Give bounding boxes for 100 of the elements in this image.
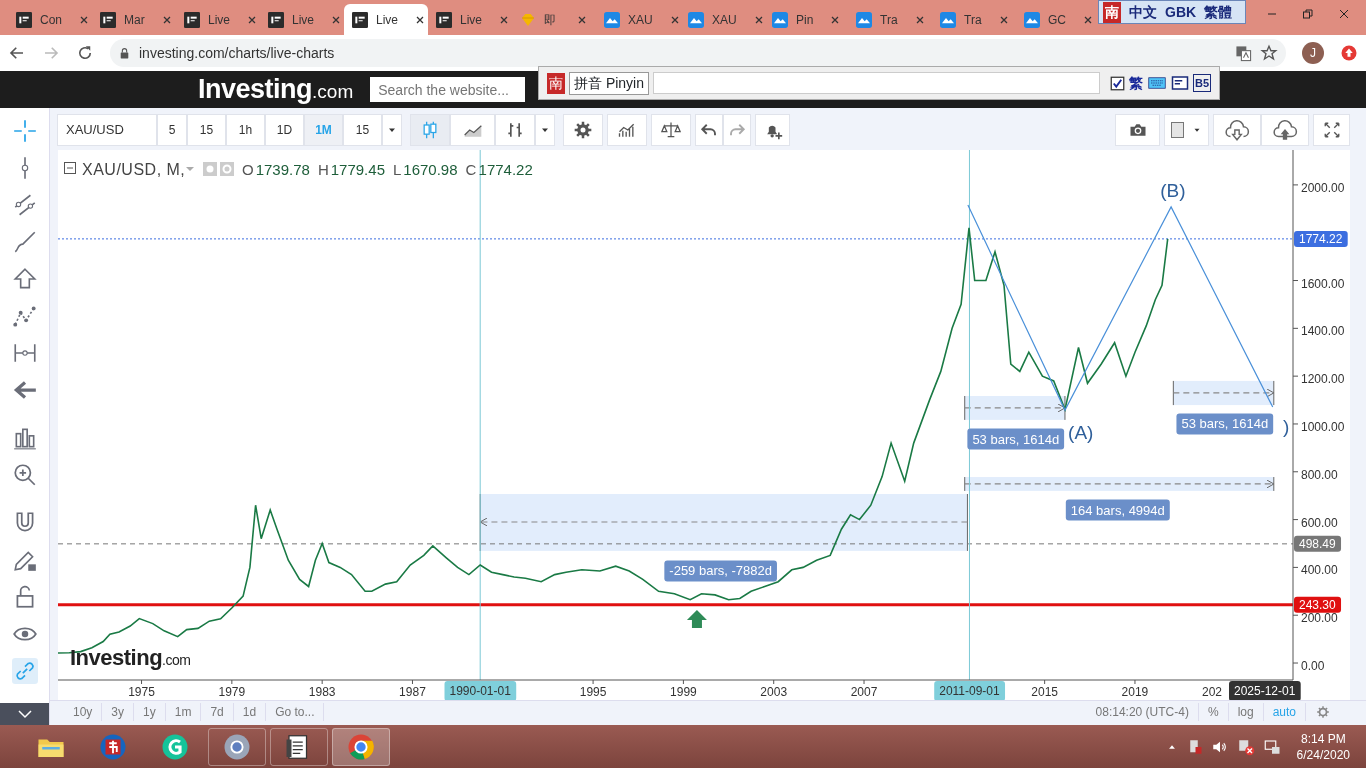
axis-label: 2015 <box>1031 685 1058 699</box>
clock-date[interactable]: 6/24/2020 <box>1296 746 1350 763</box>
browser-tab[interactable]: Live <box>344 4 428 35</box>
axis-label: 1975 <box>128 685 155 699</box>
color-picker-button[interactable] <box>1164 114 1209 146</box>
site-logo[interactable]: Investing.com <box>198 69 354 110</box>
ime-logo[interactable]: 南 <box>1103 1 1121 23</box>
ime-mode-toggle[interactable]: 拼音 Pinyin <box>569 71 650 95</box>
ime-logo[interactable]: 南 <box>547 72 565 94</box>
chart-logo: Investing.com <box>70 645 191 670</box>
axis-label: 400.00 <box>1301 563 1338 578</box>
ohlc-label: H <box>317 160 329 178</box>
axis-label: 1995 <box>579 685 607 699</box>
zoom-icon[interactable] <box>11 462 38 488</box>
browser-tab[interactable]: Mar <box>92 4 176 35</box>
interval-button[interactable]: 5 <box>157 114 187 146</box>
ime-mode-toggle[interactable]: B5 <box>1192 73 1211 93</box>
star-icon[interactable] <box>1260 44 1278 62</box>
time-label: 08:14:20 (UTC-4) <box>1086 702 1199 721</box>
bars-icon <box>505 120 525 140</box>
clock-time[interactable]: 8:14 PM <box>1296 730 1350 747</box>
fullscreen-button[interactable] <box>1313 114 1350 146</box>
scale-button[interactable]: % <box>1198 702 1229 721</box>
range-button[interactable]: Go to... <box>266 702 325 721</box>
range-button[interactable]: 3y <box>102 702 135 721</box>
browser-tab[interactable]: Live <box>260 4 344 35</box>
interval-button[interactable]: 15 <box>187 114 226 146</box>
axis-label: 1000.00 <box>1301 419 1345 434</box>
settings-button[interactable] <box>563 114 603 146</box>
ime-mode-toggle[interactable]: 繁 <box>1128 72 1143 94</box>
close-icon[interactable] <box>1338 8 1350 20</box>
input-field[interactable] <box>653 72 1100 94</box>
cloud-download-button[interactable] <box>1213 114 1261 146</box>
restore-icon[interactable] <box>1302 8 1314 20</box>
compare-button[interactable] <box>651 114 691 146</box>
checkbox[interactable] <box>1109 75 1125 91</box>
camera-button[interactable] <box>1115 114 1160 146</box>
favicon-icon <box>100 11 116 28</box>
color-swatch <box>1171 122 1184 138</box>
monitor-icon[interactable] <box>1262 737 1281 756</box>
range-button[interactable]: 1d <box>233 702 267 721</box>
indicators-button[interactable] <box>607 114 647 146</box>
axis-label: 2019 <box>1121 685 1149 699</box>
range-button[interactable]: 10y <box>64 702 103 721</box>
browser-tab[interactable]: 即 <box>512 4 596 35</box>
mountain-icon <box>940 11 956 28</box>
axis-label: 0.00 <box>1301 659 1325 674</box>
scale-button[interactable]: log <box>1228 702 1264 721</box>
search-field[interactable]: Search the website... <box>370 77 526 102</box>
axis-label: 1979 <box>218 685 246 699</box>
range-label: -259 bars, -7882d <box>664 560 777 582</box>
axis-label: 1600.00 <box>1301 276 1345 291</box>
ime-mode-toggle[interactable]: 中文 <box>1129 1 1157 23</box>
symbol-field[interactable]: XAU/USD <box>57 114 157 146</box>
favicon-icon <box>352 11 368 28</box>
reload-icon[interactable] <box>76 44 94 62</box>
update-icon[interactable] <box>1340 44 1358 62</box>
network-off-icon[interactable] <box>1236 737 1255 756</box>
ime-mode-toggle[interactable]: GBK <box>1165 1 1197 23</box>
taskbar-button[interactable] <box>270 727 328 766</box>
compare-icon <box>661 120 681 140</box>
browser-tab[interactable]: XAU <box>680 4 764 35</box>
cloud-upload-icon <box>1272 117 1298 143</box>
window-icon[interactable] <box>1170 74 1189 92</box>
browser-tab[interactable]: Live <box>176 4 260 35</box>
collapse-button[interactable] <box>0 703 49 725</box>
cloud-upload-button[interactable] <box>1261 114 1309 146</box>
bars-button[interactable] <box>495 114 535 146</box>
browser-tab[interactable]: Tra <box>848 4 932 35</box>
translate-icon[interactable] <box>1235 44 1252 62</box>
favicon-icon <box>268 11 284 28</box>
browser-tab[interactable]: Live <box>428 4 512 35</box>
axis-label: 2007 <box>850 685 878 699</box>
taskbar-button[interactable] <box>208 727 266 766</box>
keyboard-icon[interactable] <box>1146 74 1167 92</box>
browser-tab[interactable]: Tra <box>932 4 1016 35</box>
mountain-icon <box>688 11 704 28</box>
back-icon[interactable] <box>8 44 26 62</box>
ohlc-value: 1739.78 <box>255 160 310 178</box>
range-button[interactable]: 1m <box>165 702 202 721</box>
browser-tab[interactable]: Pin <box>764 4 848 35</box>
settings-icon[interactable] <box>1316 704 1330 719</box>
avatar[interactable]: J <box>1302 42 1324 64</box>
date-label: 1990-01-01 <box>444 681 517 700</box>
browser-tab[interactable]: Con <box>8 4 92 35</box>
collapse-icon[interactable] <box>64 162 76 174</box>
interval-button[interactable]: 15 <box>343 114 382 146</box>
browser-tab[interactable]: XAU <box>596 4 680 35</box>
range-label: 53 bars, 1614d <box>1176 413 1274 435</box>
undo-button[interactable] <box>695 114 723 146</box>
mountain-icon <box>772 11 788 28</box>
lock-icon <box>118 46 131 60</box>
alert-button[interactable] <box>755 114 790 146</box>
interval-button[interactable]: 1D <box>265 114 304 146</box>
link-icon[interactable] <box>11 658 38 684</box>
range-button[interactable]: 7d <box>201 702 234 721</box>
ime-mode-toggle[interactable]: 繁體 <box>1204 1 1233 23</box>
interval-button[interactable]: 1h <box>226 114 265 146</box>
range-button[interactable]: 1y <box>134 702 166 721</box>
browser-tab[interactable]: GC <box>1016 4 1100 35</box>
